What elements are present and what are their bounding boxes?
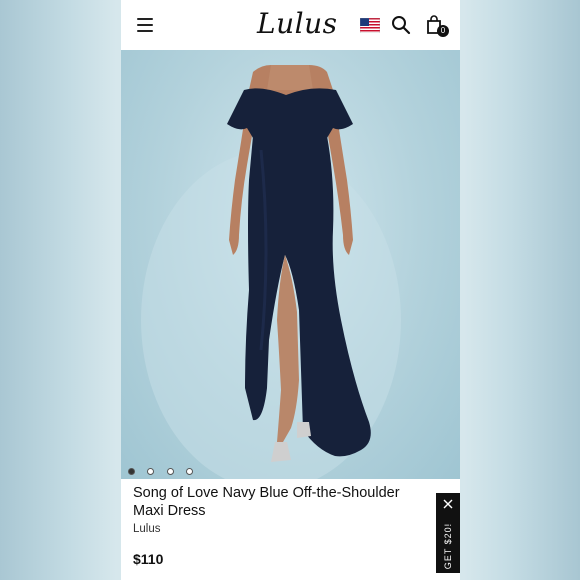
image-carousel-dots [128,462,201,475]
cart-count-badge: 0 [437,25,449,37]
us-flag-icon[interactable] [360,18,380,33]
hamburger-menu-icon[interactable] [137,18,153,32]
site-logo[interactable]: Lulus [257,6,337,42]
search-icon[interactable] [391,15,411,35]
phone-screen: Lulus 0 Song of Love Navy Blue Off-the-S… [121,0,460,580]
shopping-bag-icon[interactable]: 0 [425,14,449,38]
product-price: $110 [133,551,164,567]
top-navigation-bar: Lulus 0 [121,0,460,50]
product-brand[interactable]: Lulus [133,523,161,535]
product-image[interactable] [121,50,460,479]
product-title: Song of Love Navy Blue Off-the-Shoulder … [133,485,400,519]
dress-photo [141,65,401,479]
close-icon[interactable] [443,499,453,509]
carousel-dot[interactable] [166,468,174,475]
get-20-promo-tab[interactable]: GET $20! [436,493,460,573]
carousel-dot[interactable] [128,468,135,475]
promo-label[interactable]: GET $20! [443,515,453,577]
